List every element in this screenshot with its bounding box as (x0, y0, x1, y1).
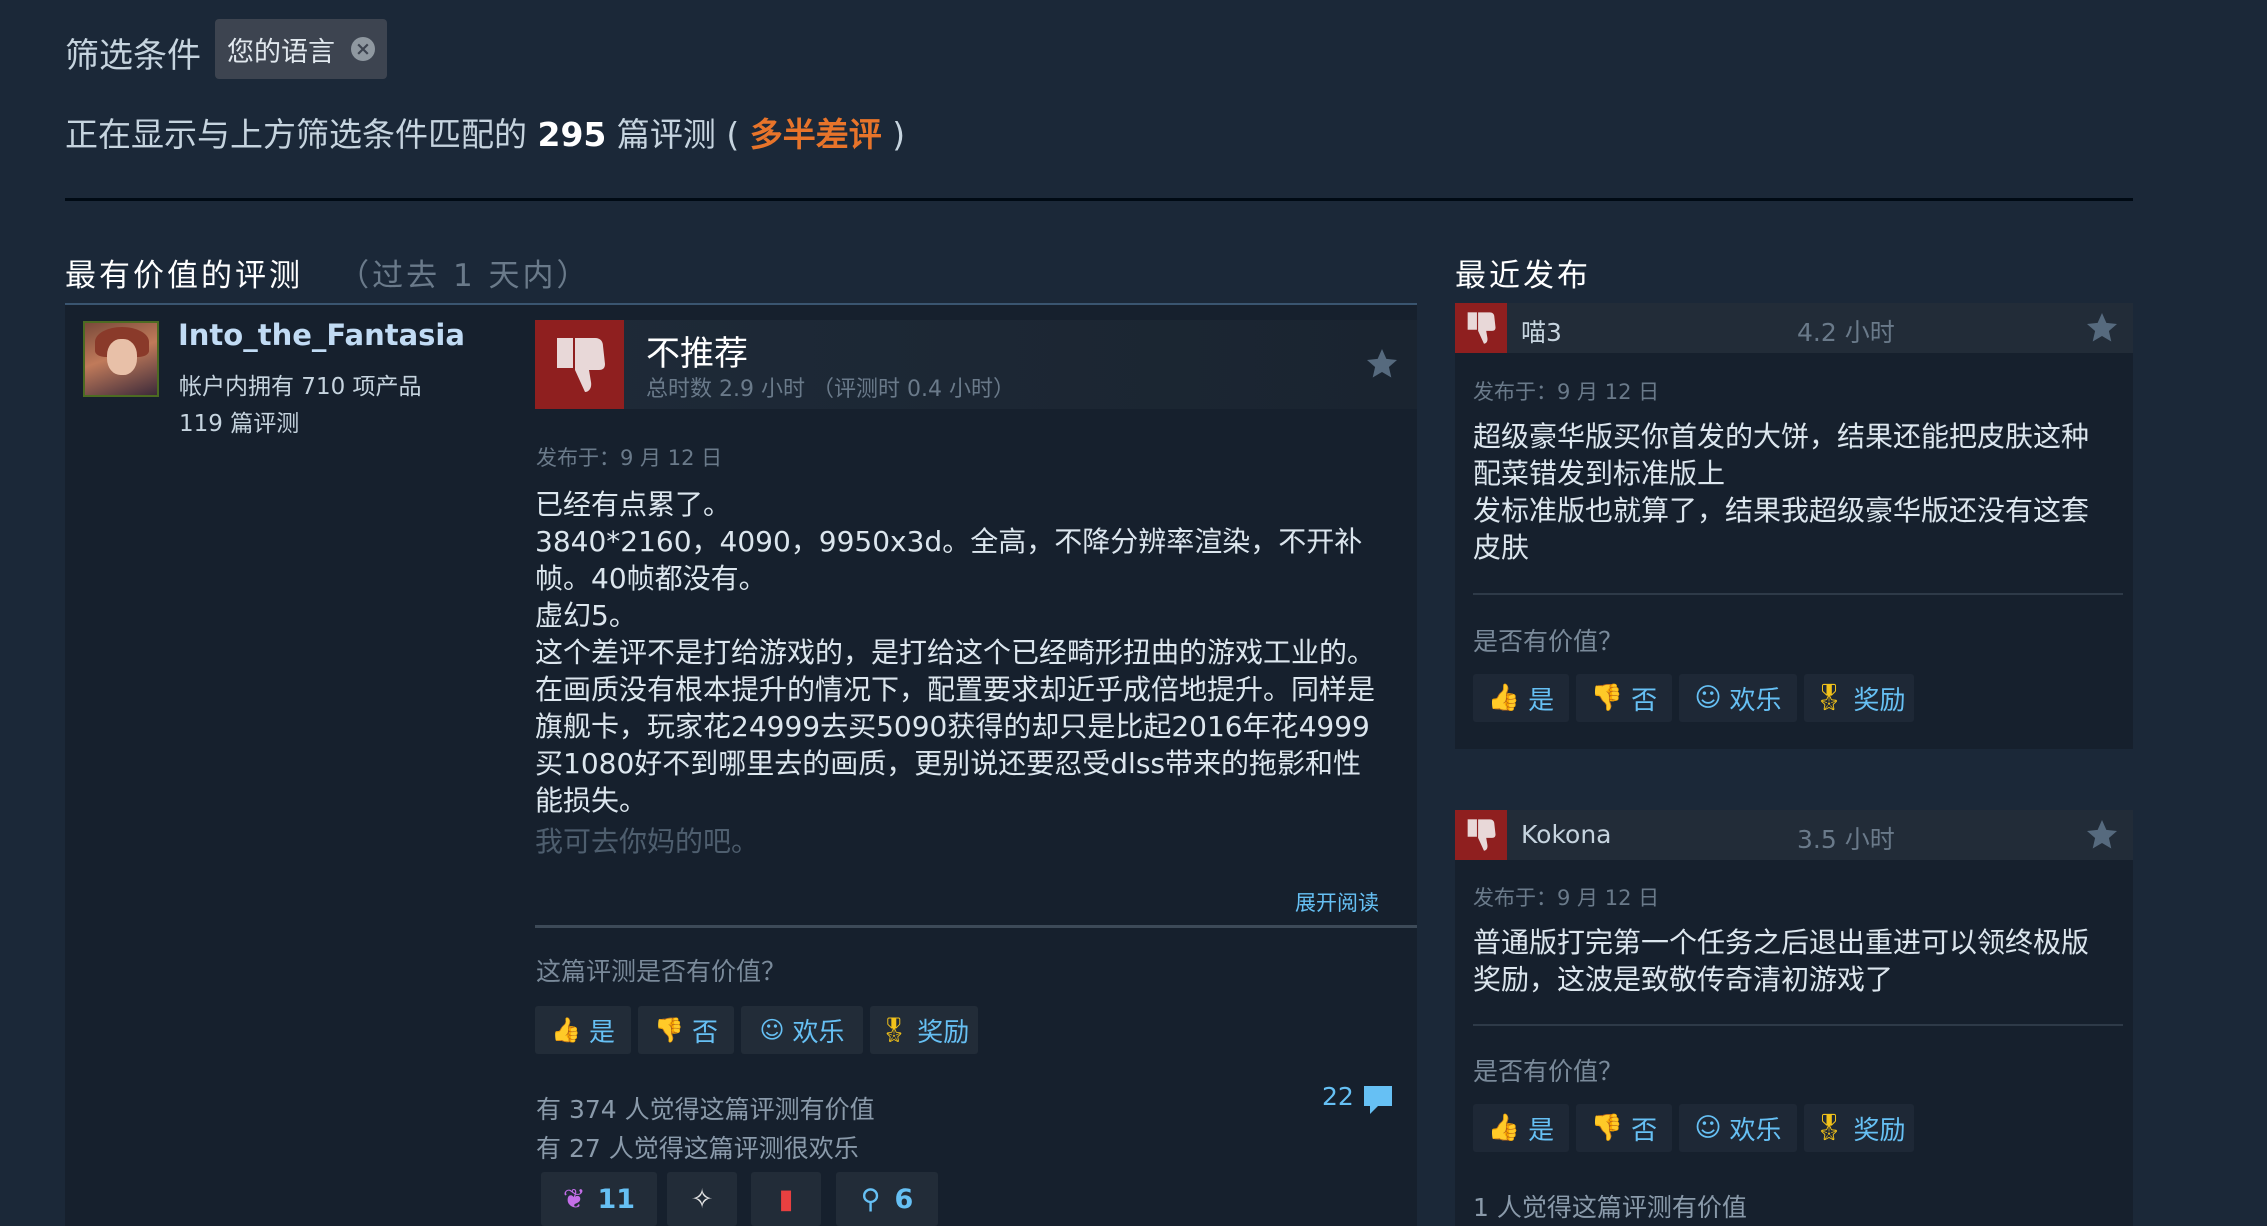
avatar[interactable] (83, 321, 159, 397)
award-icon: 🎖 (1812, 683, 1846, 713)
recent-playtime: 3.5 小时 (1797, 825, 1895, 854)
review-line: 皮肤 (1473, 531, 1530, 564)
juice-box-icon: ▮ (778, 1183, 794, 1215)
thumbs-down-icon: 👎 (654, 1016, 684, 1044)
recent-review-body: 超级豪华版买你首发的大饼，结果还能把皮肤这种 配菜错发到标准版上 发标准版也就算… (1473, 418, 2123, 566)
divider (1473, 1024, 2123, 1026)
language-filter-chip[interactable]: 您的语言 × (215, 19, 387, 79)
thumbs-up-icon: 👍 (1487, 1113, 1521, 1143)
helpful-section-header: 最有价值的评测 （过去 1 天内） (65, 250, 591, 295)
vote-funny-button[interactable]: ☺ 欢乐 (1679, 1104, 1797, 1152)
reviewer-products[interactable]: 帐户内拥有 710 项产品 (179, 367, 422, 401)
posted-date: 发布于：9 月 12 日 (1473, 886, 1660, 910)
filter-label: 筛选条件 (65, 36, 201, 76)
vote-no-button[interactable]: 👎 否 (1576, 1104, 1672, 1152)
award-button[interactable]: 🎖 奖励 (1804, 674, 1914, 722)
vote-funny-button[interactable]: ☺ 欢乐 (741, 1006, 863, 1054)
thumbs-down-icon: 👎 (1590, 683, 1624, 713)
remove-filter-icon[interactable]: × (351, 37, 375, 61)
review-line: 在画质没有根本提升的情况下，配置要求却近乎成倍地提升。同样是 (535, 673, 1376, 706)
review-faded-line: 我可去你妈的吧。 (535, 825, 760, 858)
thumbs-down-icon (1455, 303, 1507, 353)
star-icon[interactable] (1364, 346, 1400, 386)
recent-review-body: 普通版打完第一个任务之后退出重进可以领终极版 奖励，这波是致敬传奇清初游戏了 (1473, 924, 2123, 998)
reviewer-reviews[interactable]: 119 篇评测 (179, 404, 299, 438)
recent-title: 最近发布 (1455, 258, 1591, 294)
thumbs-up-icon: 👍 (551, 1016, 581, 1044)
posted-date: 发布于：9 月 12 日 (1473, 380, 1660, 404)
thumbs-down-icon (535, 320, 624, 409)
review-line: 超级豪华版买你首发的大饼，结果还能把皮肤这种 (1473, 420, 2090, 453)
recent-reviewer-name[interactable]: 喵3 (1521, 313, 1562, 349)
comment-icon[interactable] (1360, 1082, 1396, 1122)
smiley-icon: ☺ (1694, 683, 1722, 713)
award-badge[interactable]: ⚲ 6 (836, 1172, 938, 1226)
heart-wings-icon: ❦ (562, 1183, 586, 1215)
award-badge[interactable]: ▮ (751, 1172, 821, 1226)
comment-count[interactable]: 22 (1322, 1082, 1354, 1111)
review-line: 奖励，这波是致敬传奇清初游戏了 (1473, 963, 1894, 996)
vote-yes-button[interactable]: 👍 是 (1473, 674, 1569, 722)
divider (535, 925, 1417, 928)
star-icon[interactable] (2084, 817, 2120, 857)
smiley-icon: ☺ (1694, 1113, 1722, 1143)
helpful-count: 有 374 人觉得这篇评测有价值 (536, 1095, 875, 1124)
review-line: 买1080好不到哪里去的画质，更别说还要忍受dlss带来的拖影和性 (535, 747, 1361, 780)
review-line: 发标准版也就算了，结果我超级豪华版还没有这套 (1473, 494, 2090, 527)
vote-yes-button[interactable]: 👍 是 (1473, 1104, 1569, 1152)
thumbs-up-icon: 👍 (1487, 683, 1521, 713)
review-line: 虚幻5。 (535, 599, 637, 632)
posted-date: 发布于：9 月 12 日 (536, 446, 723, 470)
playtime: 总时数 2.9 小时 （评测时 0.4 小时） (646, 377, 1015, 402)
star-icon[interactable] (2084, 310, 2120, 350)
thumbs-down-icon: 👎 (1590, 1113, 1624, 1143)
review-body: 已经有点累了。 3840*2160，4090，9950x3d。全高，不降分辨率渲… (535, 486, 1405, 819)
thumbs-down-icon (1455, 810, 1507, 860)
award-icon: 🎖 (1812, 1113, 1846, 1143)
review-line: 配菜错发到标准版上 (1473, 457, 1726, 490)
rating-label: 多半差评 (749, 115, 882, 154)
vote-no-button[interactable]: 👎 否 (638, 1006, 734, 1054)
award-button[interactable]: 🎖 奖励 (1804, 1104, 1914, 1152)
helpful-title: 最有价值的评测 (65, 258, 303, 294)
section-underline (65, 303, 1417, 305)
vote-funny-button[interactable]: ☺ 欢乐 (1679, 674, 1797, 722)
divider (1473, 593, 2123, 595)
helpful-question: 这篇评测是否有价值？ (536, 957, 787, 986)
review-line: 旗舰卡，玩家花24999去买5090获得的却只是比起2016年花4999 (535, 710, 1370, 743)
recent-review-card (1455, 810, 2133, 1226)
review-line: 这个差评不是打给游戏的，是打给这个已经畸形扭曲的游戏工业的。 (535, 636, 1376, 669)
summary-prefix: 正在显示与上方筛选条件匹配的 (65, 115, 527, 154)
wings-icon: ✧ (690, 1183, 714, 1215)
summary-suffix: 篇评测 ( (616, 115, 740, 154)
award-button[interactable]: 🎖 奖励 (870, 1006, 978, 1054)
summary-close: ) (892, 115, 906, 154)
reviewer-name[interactable]: Into_the_Fantasia (178, 318, 465, 352)
helpful-question: 是否有价值？ (1473, 1057, 1624, 1086)
helpful-subtitle: （过去 1 天内） (338, 258, 591, 294)
award-badge[interactable]: ✧ (667, 1172, 737, 1226)
award-badge[interactable]: ❦ 11 (541, 1172, 657, 1226)
review-line: 普通版打完第一个任务之后退出重进可以领终极版 (1473, 926, 2090, 959)
smiley-icon: ☺ (759, 1016, 785, 1044)
filter-chip-label: 您的语言 (227, 36, 335, 68)
verdict-label: 不推荐 (646, 334, 748, 374)
expand-link[interactable]: 展开阅读 (1295, 887, 1379, 917)
review-summary: 正在显示与上方筛选条件匹配的 295 篇评测 ( 多半差评 ) (65, 108, 905, 156)
funny-count: 有 27 人觉得这篇评测很欢乐 (536, 1134, 859, 1163)
review-line: 能损失。 (535, 784, 648, 817)
helpful-question: 是否有价值？ (1473, 627, 1624, 656)
helpful-count: 1 人觉得这篇评测有价值 (1473, 1193, 1747, 1222)
review-count: 295 (537, 115, 607, 154)
recent-playtime: 4.2 小时 (1797, 318, 1895, 347)
ribbon-award-icon: ⚲ (860, 1183, 881, 1215)
vote-no-button[interactable]: 👎 否 (1576, 674, 1672, 722)
review-line: 帧。40帧都没有。 (535, 562, 767, 595)
recent-reviewer-name[interactable]: Kokona (1521, 820, 1612, 849)
review-line: 3840*2160，4090，9950x3d。全高，不降分辨率渲染，不开补 (535, 525, 1363, 558)
review-line: 已经有点累了。 (535, 488, 732, 521)
award-icon: 🎖 (878, 1016, 910, 1044)
divider (65, 198, 2133, 201)
vote-yes-button[interactable]: 👍 是 (535, 1006, 631, 1054)
